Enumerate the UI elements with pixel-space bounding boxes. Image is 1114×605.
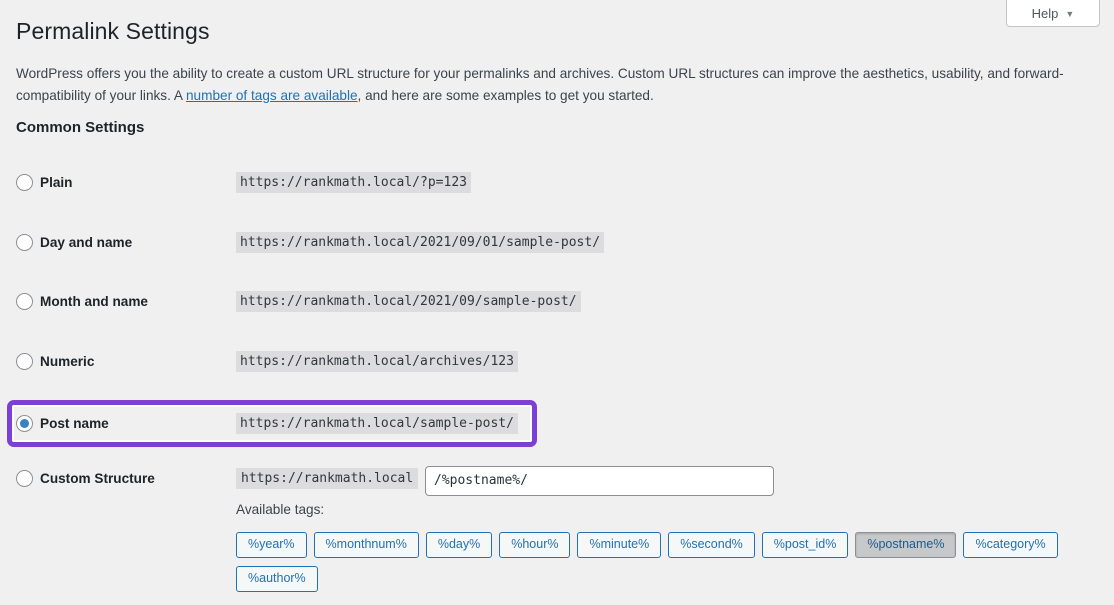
tag-button-postname[interactable]: %postname% bbox=[855, 531, 957, 558]
tag-button-hour[interactable]: %hour% bbox=[499, 531, 571, 558]
radio-numeric[interactable] bbox=[16, 352, 33, 370]
permalink-option-row-plain[interactable]: Plain https://rankmath.local/?p=123 bbox=[0, 162, 1114, 222]
radio-post-name[interactable] bbox=[16, 415, 33, 432]
tag-button-post_id[interactable]: %post_id% bbox=[761, 531, 849, 558]
custom-structure-input-wrapper bbox=[0, 465, 1114, 496]
example-url-day-and-name: https://rankmath.local/2021/09/01/sample… bbox=[236, 231, 605, 253]
radio-plain[interactable] bbox=[16, 174, 33, 191]
page-title: Permalink Settings bbox=[16, 18, 210, 44]
available-tags-list: %year% %monthnum% %day% %hour% %minute% %seco… bbox=[236, 531, 1096, 592]
chevron-down-icon: ▼ bbox=[1065, 8, 1075, 19]
permalink-options-list: Plain https://rankmath.local/?p=123 Day an… bbox=[0, 162, 1114, 600]
permalink-option-row-post-name[interactable]: Post name https://rankmath.local/sample-p… bbox=[0, 400, 1114, 460]
radio-day-and-name[interactable] bbox=[16, 233, 33, 251]
radio-label-month-and-name[interactable]: Month and name bbox=[40, 293, 148, 310]
example-url-numeric: https://rankmath.local/archives/123 bbox=[236, 350, 518, 372]
tags-documentation-link[interactable]: number of tags are available bbox=[186, 88, 358, 103]
permalink-option-row-month-and-name[interactable]: Month and name https://rankmath.local/202… bbox=[0, 281, 1114, 341]
available-tags-label: Available tags: bbox=[236, 501, 325, 517]
radio-month-and-name[interactable] bbox=[16, 293, 33, 310]
example-url-plain: https://rankmath.local/?p=123 bbox=[236, 172, 471, 193]
help-tab-button[interactable]: Help ▼ bbox=[1006, 0, 1100, 27]
example-url-month-and-name: https://rankmath.local/2021/09/sample-po… bbox=[236, 291, 581, 312]
intro-description: WordPress offers you the ability to crea… bbox=[16, 63, 1078, 107]
radio-label-day-and-name[interactable]: Day and name bbox=[40, 234, 132, 251]
tag-button-monthnum[interactable]: %monthnum% bbox=[313, 531, 419, 558]
radio-label-plain[interactable]: Plain bbox=[40, 174, 72, 191]
tag-button-category[interactable]: %category% bbox=[963, 531, 1058, 558]
help-tab-label: Help bbox=[1031, 5, 1059, 21]
permalink-option-row-day-and-name[interactable]: Day and name https://rankmath.local/2021/… bbox=[0, 222, 1114, 282]
tag-button-minute[interactable]: %minute% bbox=[577, 531, 662, 558]
permalink-option-row-custom-structure[interactable]: Custom Structurehttps://rankmath.localAv… bbox=[0, 460, 1114, 600]
tag-button-year[interactable]: %year% bbox=[236, 531, 307, 558]
tag-button-day[interactable]: %day% bbox=[425, 531, 493, 558]
radio-label-numeric[interactable]: Numeric bbox=[40, 353, 94, 370]
example-url-post-name: https://rankmath.local/sample-post/ bbox=[236, 413, 518, 434]
common-settings-heading: Common Settings bbox=[16, 119, 145, 136]
intro-text-after-link: , and here are some examples to get you … bbox=[357, 88, 654, 104]
tag-button-second[interactable]: %second% bbox=[668, 531, 755, 558]
tag-button-author[interactable]: %author% bbox=[236, 565, 318, 592]
radio-label-post-name[interactable]: Post name bbox=[40, 415, 109, 432]
custom-structure-input[interactable] bbox=[425, 465, 774, 496]
permalink-option-row-numeric[interactable]: Numeric https://rankmath.local/archives/1… bbox=[0, 341, 1114, 401]
